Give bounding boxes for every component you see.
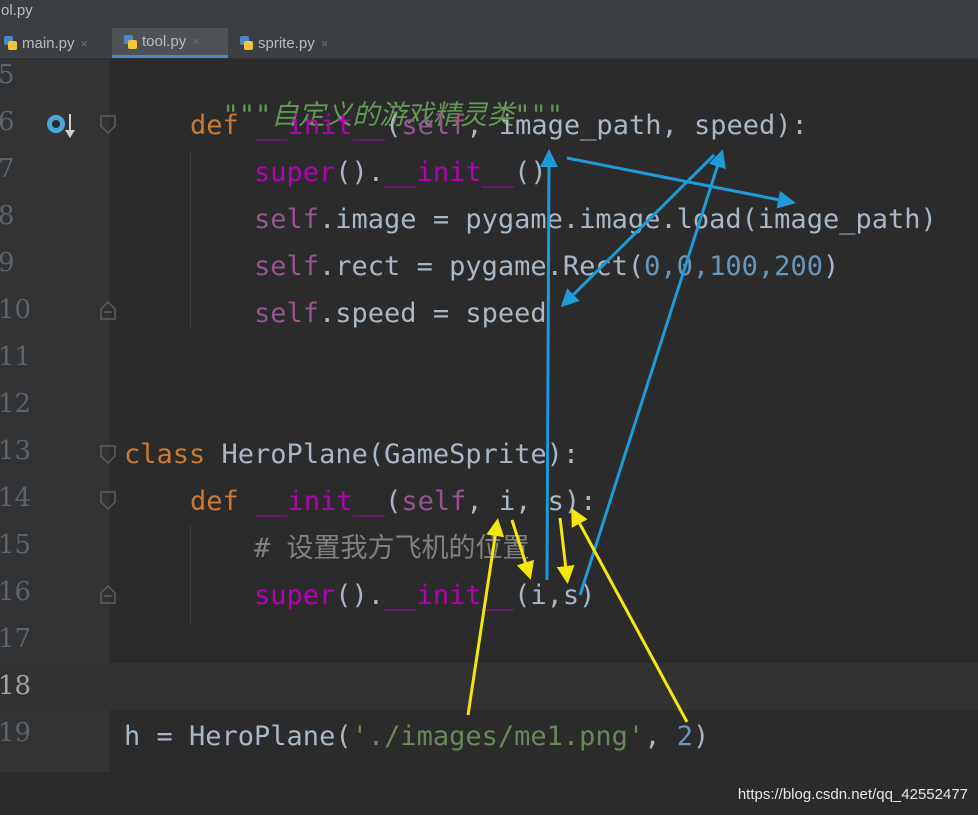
blue-arrow-speed-to-self-speed bbox=[560, 153, 716, 308]
watermark: https://blog.csdn.net/qq_42552477 bbox=[737, 786, 968, 803]
blue-arrow-s-to-speed bbox=[578, 149, 726, 596]
yellow-arrow-2-to-s bbox=[571, 507, 689, 723]
yellow-arrows bbox=[466, 507, 689, 723]
yellow-arrow-s-down bbox=[556, 517, 575, 584]
blue-arrow-image-path-to-load bbox=[566, 156, 796, 209]
yellow-arrow-path-to-i bbox=[466, 518, 505, 716]
annotation-arrows bbox=[466, 149, 796, 723]
blue-arrow-i-to-image-path bbox=[539, 149, 558, 581]
yellow-arrow-i-down bbox=[510, 519, 534, 580]
